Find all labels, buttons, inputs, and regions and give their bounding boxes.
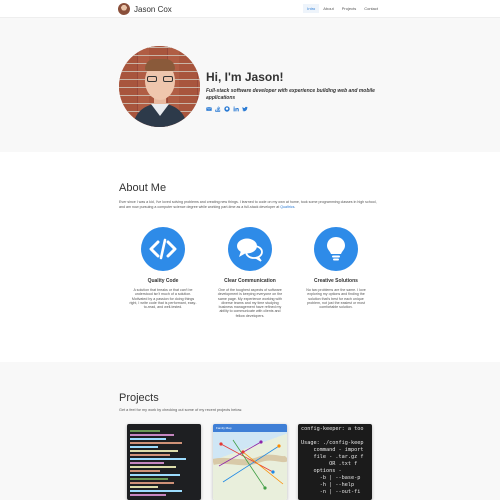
terminal-line: -b | --base-p: [301, 475, 361, 481]
brand-name: Jason Cox: [134, 4, 172, 14]
project-card-code[interactable]: [127, 424, 201, 500]
nav-links: Intro About Projects Contact: [303, 4, 382, 13]
hero-tagline: Full-stack software developer with exper…: [206, 88, 375, 101]
projects-section: Projects Get a feel for my work by check…: [0, 362, 500, 500]
navbar: Jason Cox Intro About Projects Contact: [0, 0, 500, 18]
terminal-line: OR .txt f: [301, 461, 358, 467]
company-link[interactable]: Qualtrics: [280, 205, 294, 209]
about-title: About Me: [119, 182, 167, 194]
feature-quality-code: Quality Code A solution that breaks or t…: [123, 227, 203, 309]
feature-creative-solutions: Creative Solutions No two problems are t…: [296, 227, 376, 309]
nav-link-projects[interactable]: Projects: [338, 4, 360, 13]
terminal-line: -h | --help: [301, 482, 355, 488]
brand[interactable]: Jason Cox: [118, 2, 172, 16]
code-icon: [141, 227, 185, 271]
projects-subtitle: Get a feel for my work by checking out s…: [119, 408, 243, 412]
twitter-icon[interactable]: [242, 106, 248, 112]
terminal-line: file - .tar.gz f: [301, 454, 364, 460]
project-card-terminal[interactable]: config-keeper: a too Usage: ./config-kee…: [298, 424, 372, 500]
feature-name: Clear Communication: [224, 278, 276, 284]
terminal-line: options -: [301, 468, 342, 474]
nav-link-about[interactable]: About: [319, 4, 337, 13]
brand-avatar: [118, 3, 130, 15]
map-header: Family Map: [213, 424, 287, 432]
feature-desc: No two problems are the same. I love exp…: [306, 288, 366, 310]
chat-bubbles-icon: [228, 227, 272, 271]
terminal-line: config-keeper: a too: [301, 426, 364, 432]
profile-photo: [119, 46, 200, 127]
feature-clear-communication: Clear Communication One of the toughest …: [210, 227, 290, 318]
hero-title: Hi, I'm Jason!: [206, 70, 284, 84]
project-card-map[interactable]: Family Map: [213, 424, 287, 500]
feature-desc: One of the toughest aspects of software …: [217, 288, 283, 318]
feature-desc: A solution that breaks or that can't be …: [129, 288, 197, 310]
email-icon[interactable]: [206, 106, 212, 112]
social-links: [206, 106, 248, 112]
github-icon[interactable]: [224, 106, 230, 112]
hero-section: Hi, I'm Jason! Full-stack software devel…: [0, 18, 500, 152]
terminal-line: Usage: ./config-keep: [301, 440, 364, 446]
nav-link-contact[interactable]: Contact: [360, 4, 382, 13]
map-view: [213, 432, 287, 500]
nav-link-intro[interactable]: Intro: [303, 4, 320, 13]
about-section: About Me Ever since I was a kid, I've lo…: [0, 152, 500, 362]
linkedin-icon[interactable]: [233, 106, 239, 112]
terminal-line: command - import: [301, 447, 364, 453]
feature-name: Quality Code: [147, 278, 179, 284]
feature-name: Creative Solutions: [314, 278, 358, 284]
projects-title: Projects: [119, 392, 159, 404]
terminal-line: -n | --out-fi: [301, 489, 361, 495]
lightbulb-icon: [314, 227, 358, 271]
about-text: Ever since I was a kid, I've loved solvi…: [119, 200, 377, 209]
stackoverflow-icon[interactable]: [215, 106, 221, 112]
